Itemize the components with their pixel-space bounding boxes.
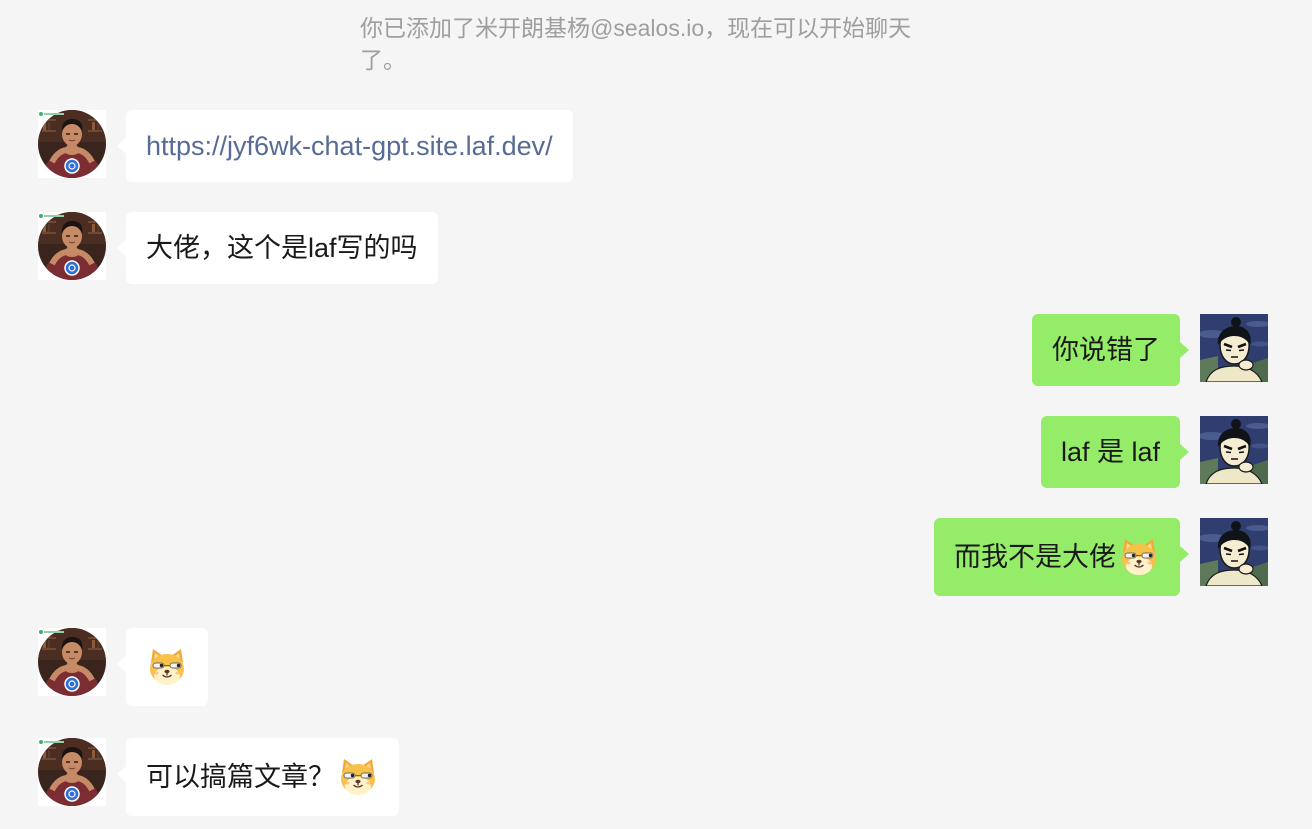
message-bubble-outgoing[interactable]: 你说错了 xyxy=(1032,314,1189,386)
message-text: 可以搞篇文章？ xyxy=(146,762,335,792)
contact-avatar[interactable] xyxy=(38,628,106,696)
message-row-outgoing: laf 是 laf xyxy=(1040,416,1268,488)
contact-avatar[interactable] xyxy=(38,738,106,806)
message-row-incoming: 大佬，这个是laf写的吗 xyxy=(38,212,438,284)
message-text: 大佬，这个是laf写的吗 xyxy=(146,233,418,263)
message-row-outgoing: 而我不是大佬 xyxy=(934,518,1268,596)
message-bubble-incoming[interactable]: 大佬，这个是laf写的吗 xyxy=(117,212,438,284)
message-text: 而我不是大佬 xyxy=(954,542,1116,572)
doge-emoji xyxy=(1118,536,1160,578)
message-link[interactable]: https://jyf6wk-chat-gpt.site.laf.dev/ xyxy=(146,128,553,164)
message-bubble-outgoing[interactable]: laf 是 laf xyxy=(1040,416,1190,488)
message-bubble-outgoing[interactable]: 而我不是大佬 xyxy=(934,518,1189,596)
message-text: laf 是 laf xyxy=(1060,437,1160,467)
self-avatar[interactable] xyxy=(1200,416,1268,484)
message-bubble-incoming[interactable]: 可以搞篇文章？ xyxy=(117,738,399,816)
contact-avatar[interactable] xyxy=(38,212,106,280)
contact-avatar[interactable] xyxy=(38,110,106,178)
message-row-incoming xyxy=(38,628,208,706)
self-avatar[interactable] xyxy=(1200,518,1268,586)
message-row-incoming: 可以搞篇文章？ xyxy=(38,738,399,816)
doge-emoji xyxy=(146,646,188,688)
self-avatar[interactable] xyxy=(1200,314,1268,382)
chat-message-area[interactable]: 你已添加了米开朗基杨@sealos.io，现在可以开始聊天了。 https://… xyxy=(0,0,1312,829)
message-text: 你说错了 xyxy=(1052,335,1160,365)
message-row-incoming: https://jyf6wk-chat-gpt.site.laf.dev/ xyxy=(38,110,573,182)
doge-emoji xyxy=(337,756,379,798)
system-notice: 你已添加了米开朗基杨@sealos.io，现在可以开始聊天了。 xyxy=(360,15,912,73)
message-bubble-incoming[interactable]: https://jyf6wk-chat-gpt.site.laf.dev/ xyxy=(117,110,573,182)
message-row-outgoing: 你说错了 xyxy=(1032,314,1268,386)
message-bubble-incoming[interactable] xyxy=(117,628,208,706)
